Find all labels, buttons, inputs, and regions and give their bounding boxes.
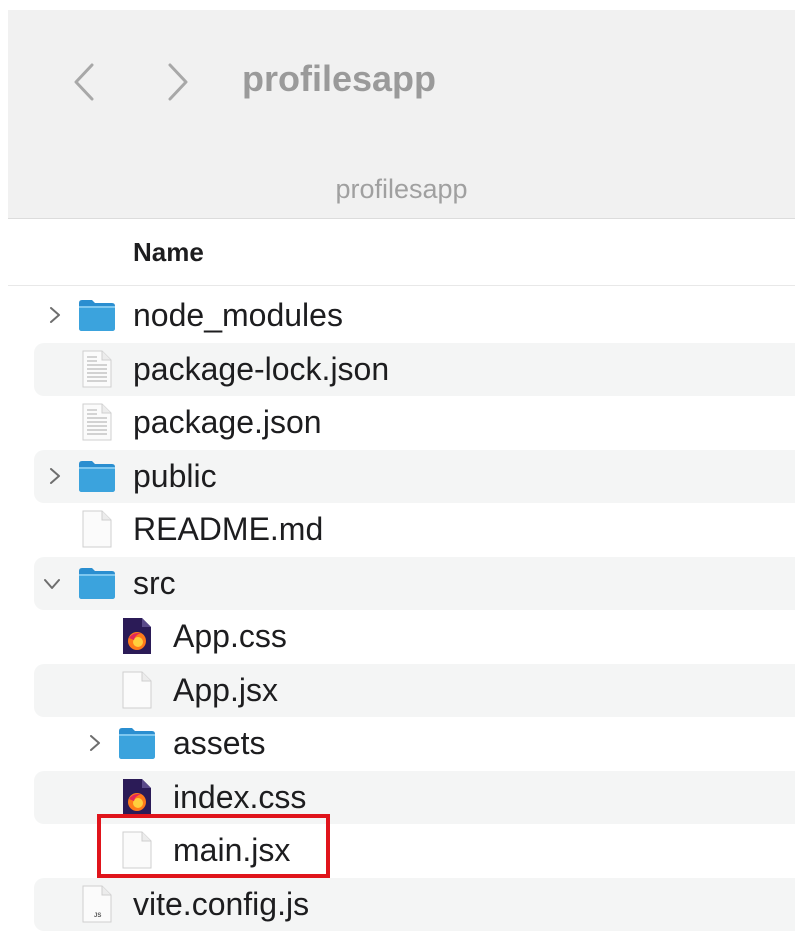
firefox-css-icon xyxy=(117,777,157,817)
column-header-name[interactable]: Name xyxy=(133,237,204,268)
back-button[interactable] xyxy=(66,60,102,104)
firefox-css-icon xyxy=(117,616,157,656)
file-name-label: App.jsx xyxy=(173,671,278,708)
file-name-label: public xyxy=(133,457,217,494)
folder-icon xyxy=(77,563,117,603)
folder-icon xyxy=(77,295,117,335)
path-bar-label: profilesapp xyxy=(335,174,468,204)
file-name-label: README.md xyxy=(133,511,324,547)
file-name-label: App.css xyxy=(173,618,287,654)
file-row-package-lock-json[interactable]: package-lock.json xyxy=(0,342,795,397)
chevron-left-icon xyxy=(74,63,94,101)
folder-icon xyxy=(117,723,157,763)
file-row-vite-config-js[interactable]: JS vite.config.js xyxy=(0,877,795,932)
file-name-label: package.json xyxy=(133,404,322,440)
chevron-right-icon[interactable] xyxy=(48,467,62,484)
chevron-right-icon[interactable] xyxy=(48,307,62,323)
document-icon xyxy=(117,670,157,710)
file-name-label: assets xyxy=(173,725,266,761)
document-icon xyxy=(77,509,117,549)
file-row-app-css[interactable]: App.css xyxy=(0,610,795,664)
finder-toolbar: profilesapp profilesapp xyxy=(8,10,795,219)
file-name-label: package-lock.json xyxy=(133,350,390,387)
file-row-src[interactable]: src xyxy=(0,556,795,611)
js-document-icon: JS xyxy=(77,884,117,924)
file-row-node-modules[interactable]: node_modules xyxy=(0,289,795,343)
chevron-down-icon[interactable] xyxy=(44,577,60,591)
file-name-label: vite.config.js xyxy=(133,885,310,922)
file-row-public[interactable]: public xyxy=(0,449,795,504)
chevron-right-icon xyxy=(168,63,188,101)
json-document-icon xyxy=(77,402,117,442)
json-document-icon xyxy=(77,349,117,389)
file-row-readme-md[interactable]: README.md xyxy=(0,503,795,557)
folder-icon xyxy=(77,456,117,496)
forward-button[interactable] xyxy=(160,60,196,104)
highlight-box xyxy=(97,814,330,878)
list-header: Name xyxy=(8,219,795,286)
file-row-assets[interactable]: assets xyxy=(0,717,795,771)
file-name-label: node_modules xyxy=(133,297,343,333)
svg-text:JS: JS xyxy=(94,913,101,919)
file-name-label: index.css xyxy=(173,778,307,815)
file-row-package-json[interactable]: package.json xyxy=(0,396,795,450)
file-name-label: src xyxy=(133,564,176,601)
file-row-app-jsx[interactable]: App.jsx xyxy=(0,663,795,718)
chevron-right-icon[interactable] xyxy=(88,735,102,751)
window-title: profilesapp xyxy=(242,58,437,99)
